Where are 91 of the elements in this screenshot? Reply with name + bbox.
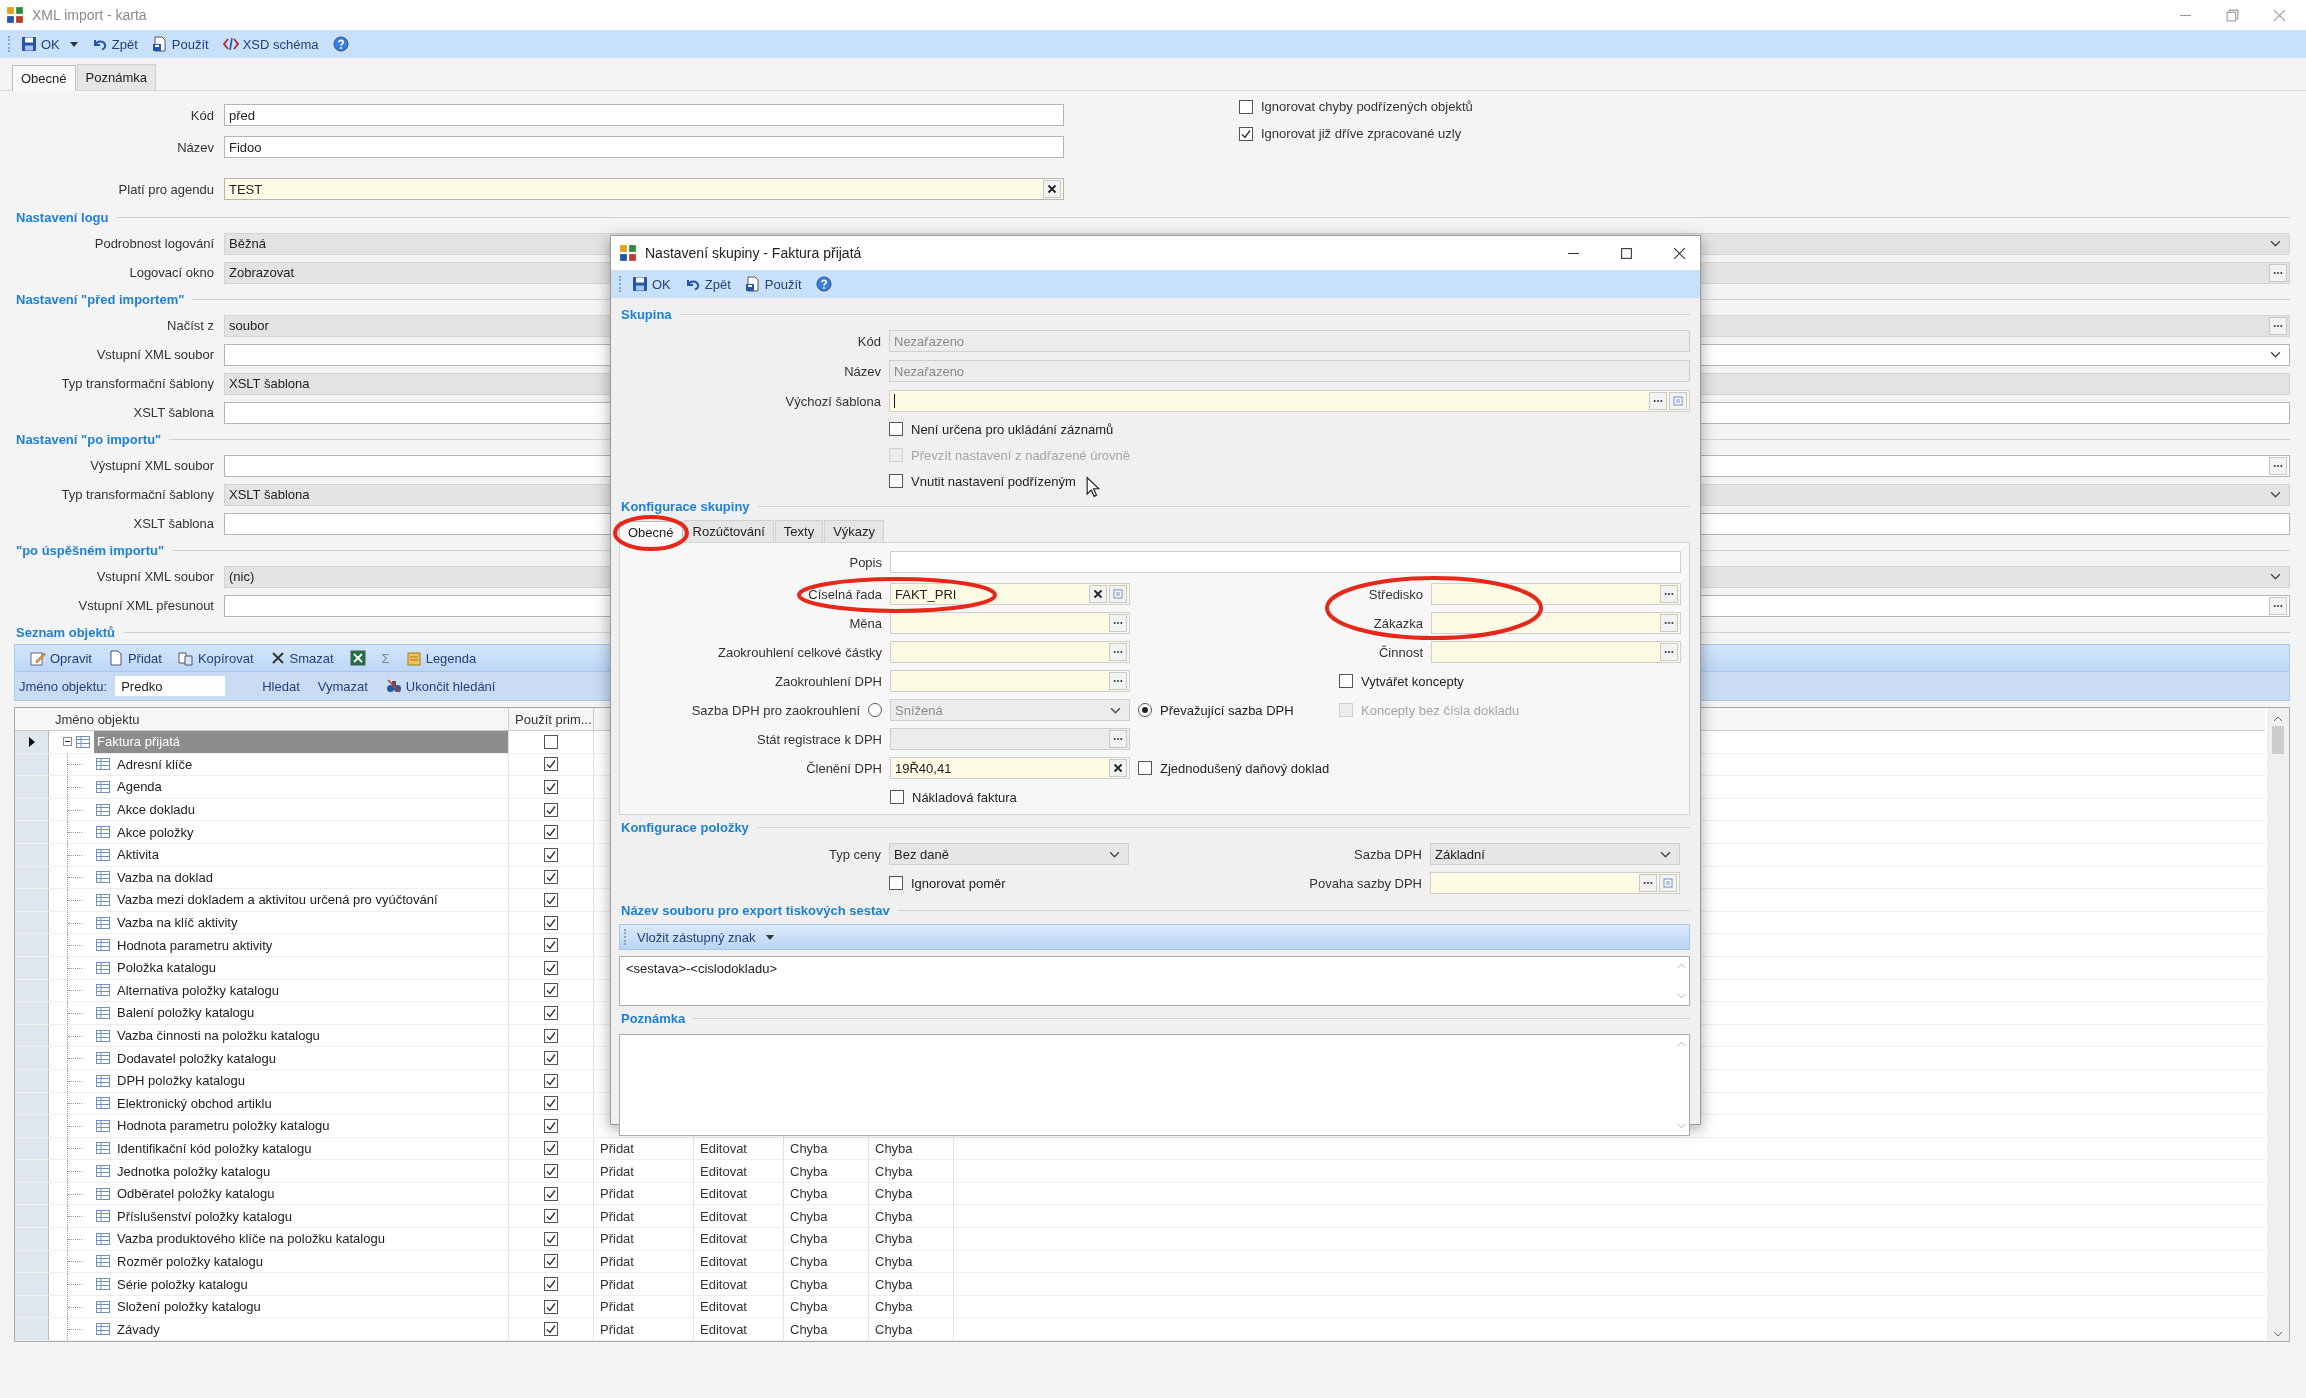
checkbox-label: Nákladová faktura <box>912 789 1017 805</box>
table-cell: Přidat <box>600 1276 634 1292</box>
table-cell: Chyba <box>790 1299 828 1315</box>
field-label: Vstupní XML přesunout <box>77 598 214 613</box>
section-title: Poznámka <box>621 1010 686 1026</box>
section-title: Nastavení "po importu" <box>16 431 162 447</box>
checkbox-label: Převzít nastavení z nadřazené úrovně <box>911 447 1130 463</box>
table-cell: Chyba <box>790 1208 828 1224</box>
section-title: Konfigurace položky <box>621 819 749 835</box>
section-title: Nastavení logu <box>16 209 109 225</box>
field-label: Popis <box>848 554 882 570</box>
field-label: Zaokrouhlení celkové částky <box>717 644 882 660</box>
section-title: "po úspěšném importu" <box>16 542 165 558</box>
table-cell: Editovat <box>700 1253 747 1269</box>
field-label: Číselná řada <box>808 586 882 602</box>
field-label: Povaha sazby DPH <box>1309 875 1422 891</box>
table-cell: Editovat <box>700 1186 747 1202</box>
field-label: Název <box>843 363 881 379</box>
table-cell: Přidat <box>600 1253 634 1269</box>
table-cell: Chyba <box>875 1231 913 1247</box>
table-cell: Editovat <box>700 1141 747 1156</box>
table-cell: Přidat <box>600 1299 634 1315</box>
table-cell: Přidat <box>600 1186 634 1202</box>
checkbox-label: Není určena pro ukládání záznamů <box>911 421 1114 437</box>
checkbox-label: Ignorovat již dříve zpracované uzly <box>1261 126 1462 141</box>
section-title: Seznam objektů <box>16 624 115 640</box>
table-cell: Editovat <box>700 1299 747 1315</box>
section-title: Konfigurace skupiny <box>621 498 750 514</box>
checkbox-label: Vytvářet koncepty <box>1361 673 1464 689</box>
field-label: Vstupní XML soubor <box>95 347 214 362</box>
table-cell: Editovat <box>700 1163 747 1179</box>
checkbox-label: Vnutit nastavení podřízeným <box>911 473 1076 489</box>
field-label: XSLT šablona <box>132 516 214 531</box>
field-label: Činnost <box>1378 644 1423 660</box>
field-label: Stát registrace k DPH <box>757 731 882 747</box>
section-title: Název souboru pro export tiskových sestav <box>621 902 890 918</box>
table-cell: Přidat <box>600 1163 634 1179</box>
checkbox-label: Koncepty bez čísla dokladu <box>1361 702 1520 718</box>
table-cell: Chyba <box>875 1299 913 1315</box>
section-title: Skupina <box>621 306 672 322</box>
table-cell: Chyba <box>790 1141 828 1156</box>
field-label: Kód <box>189 107 214 123</box>
field-label: Sazba DPH <box>1354 846 1422 862</box>
table-cell: Chyba <box>875 1253 913 1269</box>
field-label: XSLT šablona <box>132 405 214 420</box>
table-cell: Editovat <box>700 1208 747 1224</box>
field-label: Vstupní XML soubor <box>95 569 214 584</box>
table-cell: Chyba <box>875 1163 913 1179</box>
dialog-title: Nastavení skupiny - Faktura přijatá <box>645 245 862 261</box>
table-cell: Chyba <box>790 1253 828 1269</box>
checkbox-label: Ignorovat chyby podřízených objektů <box>1261 99 1473 114</box>
field-label: Zákazka <box>1373 615 1423 631</box>
table-cell: Editovat <box>700 1321 747 1337</box>
table-cell: Chyba <box>875 1276 913 1292</box>
field-label: Typ ceny <box>828 846 881 862</box>
section-title: Nastavení "před importem" <box>16 291 185 307</box>
field-label: Sazba DPH pro zaokrouhlení <box>691 702 860 718</box>
field-label: Podrobnost logování <box>93 236 214 251</box>
table-cell: Chyba <box>875 1186 913 1202</box>
field-label: Zaokrouhlení DPH <box>775 673 882 689</box>
field-label: Název <box>176 139 214 155</box>
table-cell: Chyba <box>790 1231 828 1247</box>
field-label: Výstupní XML soubor <box>89 458 214 473</box>
table-cell: Editovat <box>700 1231 747 1247</box>
table-cell: Editovat <box>700 1276 747 1292</box>
table-cell: Chyba <box>790 1321 828 1337</box>
field-label: Měna <box>849 615 882 631</box>
table-cell: Přidat <box>600 1208 634 1224</box>
table-cell: Chyba <box>790 1276 828 1292</box>
field-label: Načíst z <box>166 318 214 333</box>
table-cell: Chyba <box>875 1141 913 1156</box>
table-cell: Chyba <box>875 1321 913 1337</box>
table-cell: Chyba <box>790 1163 828 1179</box>
table-cell: Přidat <box>600 1141 634 1156</box>
field-label: Platí pro agendu <box>117 181 214 197</box>
checkbox-label: Zjednodušený daňový doklad <box>1160 760 1330 776</box>
field-label: Středisko <box>1368 586 1423 602</box>
field-label: Typ transformační šablony <box>60 487 214 502</box>
window-title: XML import - karta <box>32 7 147 23</box>
search-label: Jméno objektu: <box>19 678 108 694</box>
field-label: Logovací okno <box>128 265 214 280</box>
table-cell: Chyba <box>875 1208 913 1224</box>
table-cell: Přidat <box>600 1231 634 1247</box>
field-label: Členění DPH <box>806 760 882 776</box>
field-label: Kód <box>856 333 881 349</box>
radio-label: Převažující sazba DPH <box>1160 702 1294 718</box>
table-cell: Chyba <box>790 1186 828 1202</box>
field-label: Typ transformační šablony <box>60 376 214 391</box>
table-cell: Přidat <box>600 1321 634 1337</box>
field-label: Výchozí šablona <box>784 393 881 409</box>
checkbox-label: Ignorovat poměr <box>911 875 1006 891</box>
